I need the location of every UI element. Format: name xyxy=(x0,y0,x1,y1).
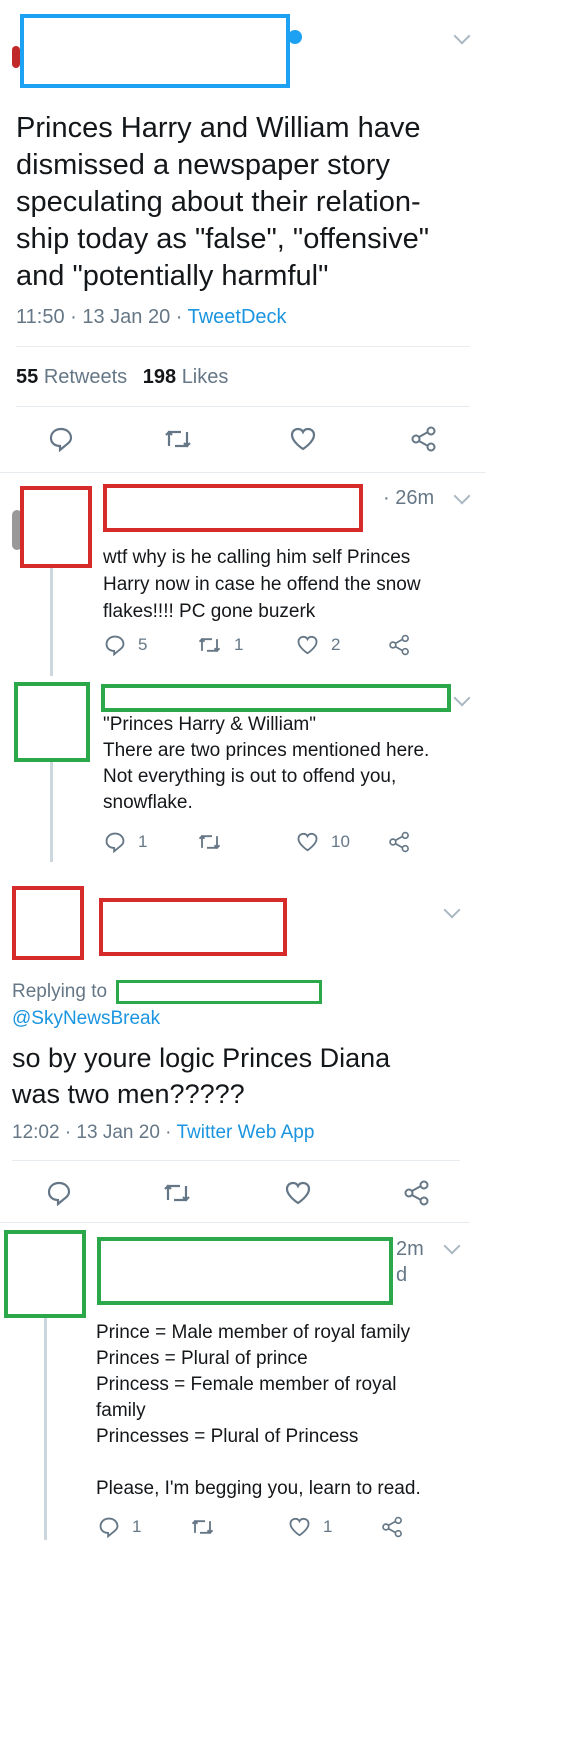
redacted-username xyxy=(99,898,287,956)
reply-time: · 26m xyxy=(383,487,435,509)
redacted-avatar xyxy=(14,682,90,762)
like-count: 1 xyxy=(323,1517,333,1536)
chevron-down-icon[interactable] xyxy=(453,487,471,505)
replying-to-label: Replying to xyxy=(12,981,108,1002)
redacted-username xyxy=(97,1237,393,1305)
client-link[interactable]: Twitter Web App xyxy=(176,1122,314,1143)
reply-text: Prince = Male member of royal family Pri… xyxy=(96,1322,421,1499)
reply-icon xyxy=(49,427,73,452)
chevron-down-icon[interactable] xyxy=(453,689,471,707)
redacted-avatar xyxy=(12,886,84,960)
like-icon xyxy=(285,1181,311,1205)
like-icon xyxy=(289,1517,310,1537)
reply-icon xyxy=(99,1517,119,1538)
reply-icon xyxy=(105,832,125,853)
retweet-button[interactable] xyxy=(197,831,222,853)
retweet-icon xyxy=(165,430,191,448)
divider xyxy=(12,1160,460,1161)
retweets-label[interactable]: Retweets xyxy=(44,366,127,388)
engagement-stats: 55 Retweets 198 Likes xyxy=(16,366,228,389)
reply-icon xyxy=(47,1181,71,1206)
retweets-count[interactable]: 55 xyxy=(16,366,38,388)
like-button[interactable]: 10 xyxy=(296,831,350,853)
reply-button[interactable]: 1 xyxy=(98,1516,141,1538)
chevron-down-icon[interactable] xyxy=(443,901,461,919)
reply-text: "Princes Harry & William" There are two … xyxy=(103,714,430,813)
reply-count: 5 xyxy=(138,635,148,654)
redacted-avatar xyxy=(4,1230,86,1318)
likes-label[interactable]: Likes xyxy=(182,366,229,388)
client-link[interactable]: TweetDeck xyxy=(188,306,287,328)
thread-line xyxy=(50,762,53,862)
time-date: 11:50 · 13 Jan 20 · xyxy=(16,306,188,328)
retweet-button[interactable] xyxy=(162,1180,192,1206)
reply-text: wtf why is he calling him self Princes H… xyxy=(103,547,421,622)
share-icon xyxy=(389,831,409,853)
retweet-icon xyxy=(198,834,221,850)
time-date: 12:02 · 13 Jan 20 · xyxy=(12,1122,177,1143)
share-icon xyxy=(404,1180,429,1206)
like-icon xyxy=(297,832,318,852)
retweet-button[interactable] xyxy=(163,426,193,452)
redacted-mention xyxy=(116,980,322,1004)
share-icon xyxy=(382,1516,402,1538)
reply-button[interactable]: 1 xyxy=(104,831,147,853)
reply-button[interactable] xyxy=(48,426,74,452)
redacted-username xyxy=(20,14,290,88)
likes-count[interactable]: 198 xyxy=(143,366,176,388)
retweet-icon xyxy=(191,1519,214,1535)
redacted-username xyxy=(101,684,451,712)
verified-badge-icon xyxy=(288,30,302,44)
like-button[interactable]: 2 xyxy=(296,634,340,656)
retweet-button[interactable]: 1 xyxy=(197,634,243,656)
divider xyxy=(16,406,470,407)
share-icon xyxy=(411,426,436,452)
share-button[interactable] xyxy=(388,831,411,853)
share-button[interactable] xyxy=(381,1516,404,1538)
tweet-timestamp: 12:02 · 13 Jan 20 · Twitter Web App xyxy=(12,1122,314,1144)
tweet-timestamp: 11:50 · 13 Jan 20 · TweetDeck xyxy=(16,306,287,329)
retweet-count: 1 xyxy=(234,635,244,654)
chevron-down-icon[interactable] xyxy=(443,1237,461,1255)
reply-time-fragment: 2m xyxy=(396,1238,424,1260)
like-icon xyxy=(297,635,318,655)
thread-line xyxy=(50,568,53,676)
like-icon xyxy=(290,427,316,451)
reply-button[interactable] xyxy=(46,1180,72,1206)
retweet-button[interactable] xyxy=(190,1516,215,1538)
like-button[interactable] xyxy=(284,1180,312,1206)
chevron-down-icon[interactable] xyxy=(453,27,471,45)
redacted-username xyxy=(103,484,363,532)
like-button[interactable]: 1 xyxy=(288,1516,332,1538)
divider xyxy=(16,346,470,347)
reply-button[interactable]: 5 xyxy=(104,634,147,656)
share-button[interactable] xyxy=(388,634,411,656)
divider xyxy=(0,1222,470,1223)
avatar[interactable] xyxy=(12,46,20,68)
mention-link[interactable]: @SkyNewsBreak xyxy=(12,1008,160,1030)
divider xyxy=(0,472,486,473)
reply-count: 1 xyxy=(138,832,148,851)
redacted-avatar xyxy=(20,486,92,568)
reply-time-fragment: d xyxy=(396,1264,408,1286)
retweet-icon xyxy=(164,1184,190,1202)
share-button[interactable] xyxy=(403,1180,431,1206)
reply-count: 1 xyxy=(132,1517,142,1536)
reply-icon xyxy=(105,635,125,656)
like-button[interactable] xyxy=(289,426,317,452)
retweet-icon xyxy=(198,637,221,653)
thread-line xyxy=(44,1318,47,1540)
tweet-text: so by youre logic Princes Diana was two … xyxy=(12,1043,391,1109)
tweet-text: Princes Harry and William have dismissed… xyxy=(16,112,430,292)
like-count: 2 xyxy=(331,635,341,654)
share-icon xyxy=(389,634,409,656)
share-button[interactable] xyxy=(410,426,438,452)
like-count: 10 xyxy=(331,832,350,851)
